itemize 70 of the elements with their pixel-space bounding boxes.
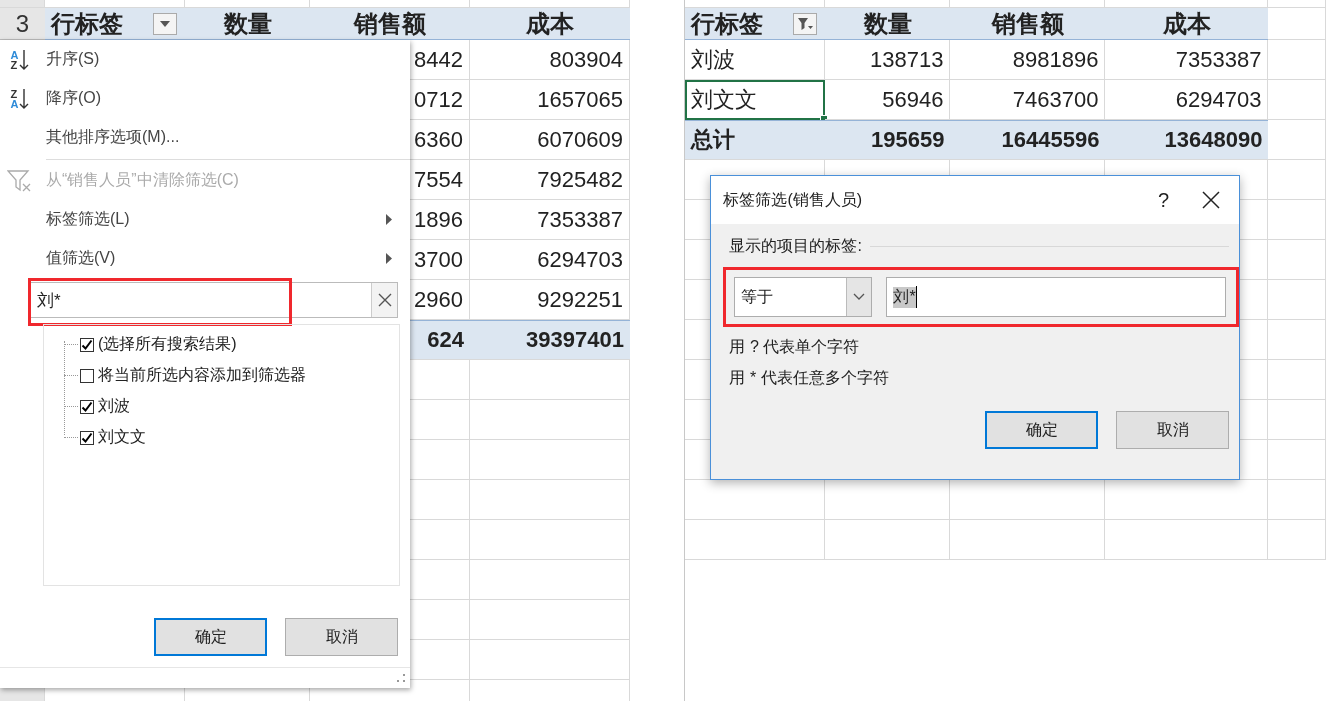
checkbox[interactable] (80, 337, 94, 352)
grid-cell (1268, 200, 1326, 240)
hint-text: 用 * 代表任意多个字符 (729, 368, 890, 388)
table-cell: 7353387 (470, 200, 630, 240)
cancel-button[interactable]: 取消 (1116, 411, 1230, 449)
input-field[interactable]: 刘* (886, 277, 1227, 317)
column-header: 数量 (185, 8, 310, 40)
column-header: 数量 (825, 8, 951, 40)
ok-button[interactable]: 确定 (985, 411, 1099, 449)
checkbox[interactable] (80, 399, 94, 414)
table-cell: 803904 (470, 40, 630, 80)
search-field[interactable]: 刘* (30, 282, 398, 318)
column-header: 销售额 (950, 8, 1106, 40)
column-header: 成本 (1105, 8, 1269, 40)
row-label: 刘波 (685, 40, 826, 80)
checkbox[interactable] (80, 430, 94, 445)
total-cell: 16445596 (950, 120, 1106, 160)
item-label: 刘文文 (98, 427, 146, 447)
table-cell: 8981896 (950, 40, 1106, 80)
grid-cell (1268, 480, 1326, 520)
clear-search-button[interactable] (371, 283, 397, 317)
clear-filter-icon (7, 168, 33, 193)
dialog-title: 标签筛选(销售人员) (723, 189, 864, 210)
row-header (0, 0, 45, 8)
caret-icon (159, 19, 171, 28)
grid-cell (1268, 160, 1326, 200)
grid-cell (1268, 240, 1326, 280)
total-cell: 39397401 (470, 320, 630, 360)
close-icon (1202, 191, 1221, 209)
filter-button[interactable] (793, 12, 818, 35)
dropdown-button[interactable] (153, 12, 177, 35)
total-cell: 195659 (825, 120, 951, 160)
total-label: 总计 (685, 120, 826, 160)
grid-cell (1268, 360, 1326, 400)
tree-line (64, 437, 78, 438)
item-label: 将当前所选内容添加到筛选器 (98, 365, 306, 385)
grid-cell (1268, 280, 1326, 320)
grid-cell (1268, 440, 1326, 480)
group-label: 显示的项目的标签: (729, 236, 862, 256)
operator-dropdown[interactable]: 等于 (734, 277, 873, 317)
checkbox[interactable] (80, 368, 94, 383)
total-cell: 13648090 (1105, 120, 1269, 160)
table-cell: 138713 (825, 40, 951, 80)
table-cell: 7353387 (1105, 40, 1269, 80)
submenu-arrow-icon (386, 214, 392, 225)
chevron-down-icon (853, 293, 866, 301)
column-header: 行标签 (691, 8, 764, 39)
ok-button[interactable]: 确定 (154, 618, 267, 656)
row-number: 3 (0, 8, 45, 40)
cancel-button[interactable]: 取消 (285, 618, 398, 656)
close-icon (377, 293, 392, 307)
column-header: 成本 (470, 8, 630, 40)
table-cell: 7925482 (470, 160, 630, 200)
hint-text: 用 ? 代表单个字符 (729, 337, 861, 357)
grid-cell (1268, 40, 1326, 80)
grid-cell (1268, 320, 1326, 360)
column-header: 行标签 (51, 8, 123, 39)
table-cell: 6070609 (470, 120, 630, 160)
row-label: 刘文文 (685, 80, 826, 120)
submenu-arrow-icon (386, 253, 392, 264)
item-label: (选择所有搜索结果) (98, 334, 237, 354)
grid-cell (1268, 520, 1326, 560)
resize-grip-icon[interactable] (396, 673, 406, 683)
filter-icon (797, 16, 814, 31)
table-cell: 1657065 (470, 80, 630, 120)
item-label: 刘波 (98, 396, 130, 416)
column-header: 销售额 (310, 8, 470, 40)
help-button[interactable]: ? (1143, 187, 1184, 213)
grid-cell (1268, 400, 1326, 440)
table-cell: 6294703 (470, 240, 630, 280)
